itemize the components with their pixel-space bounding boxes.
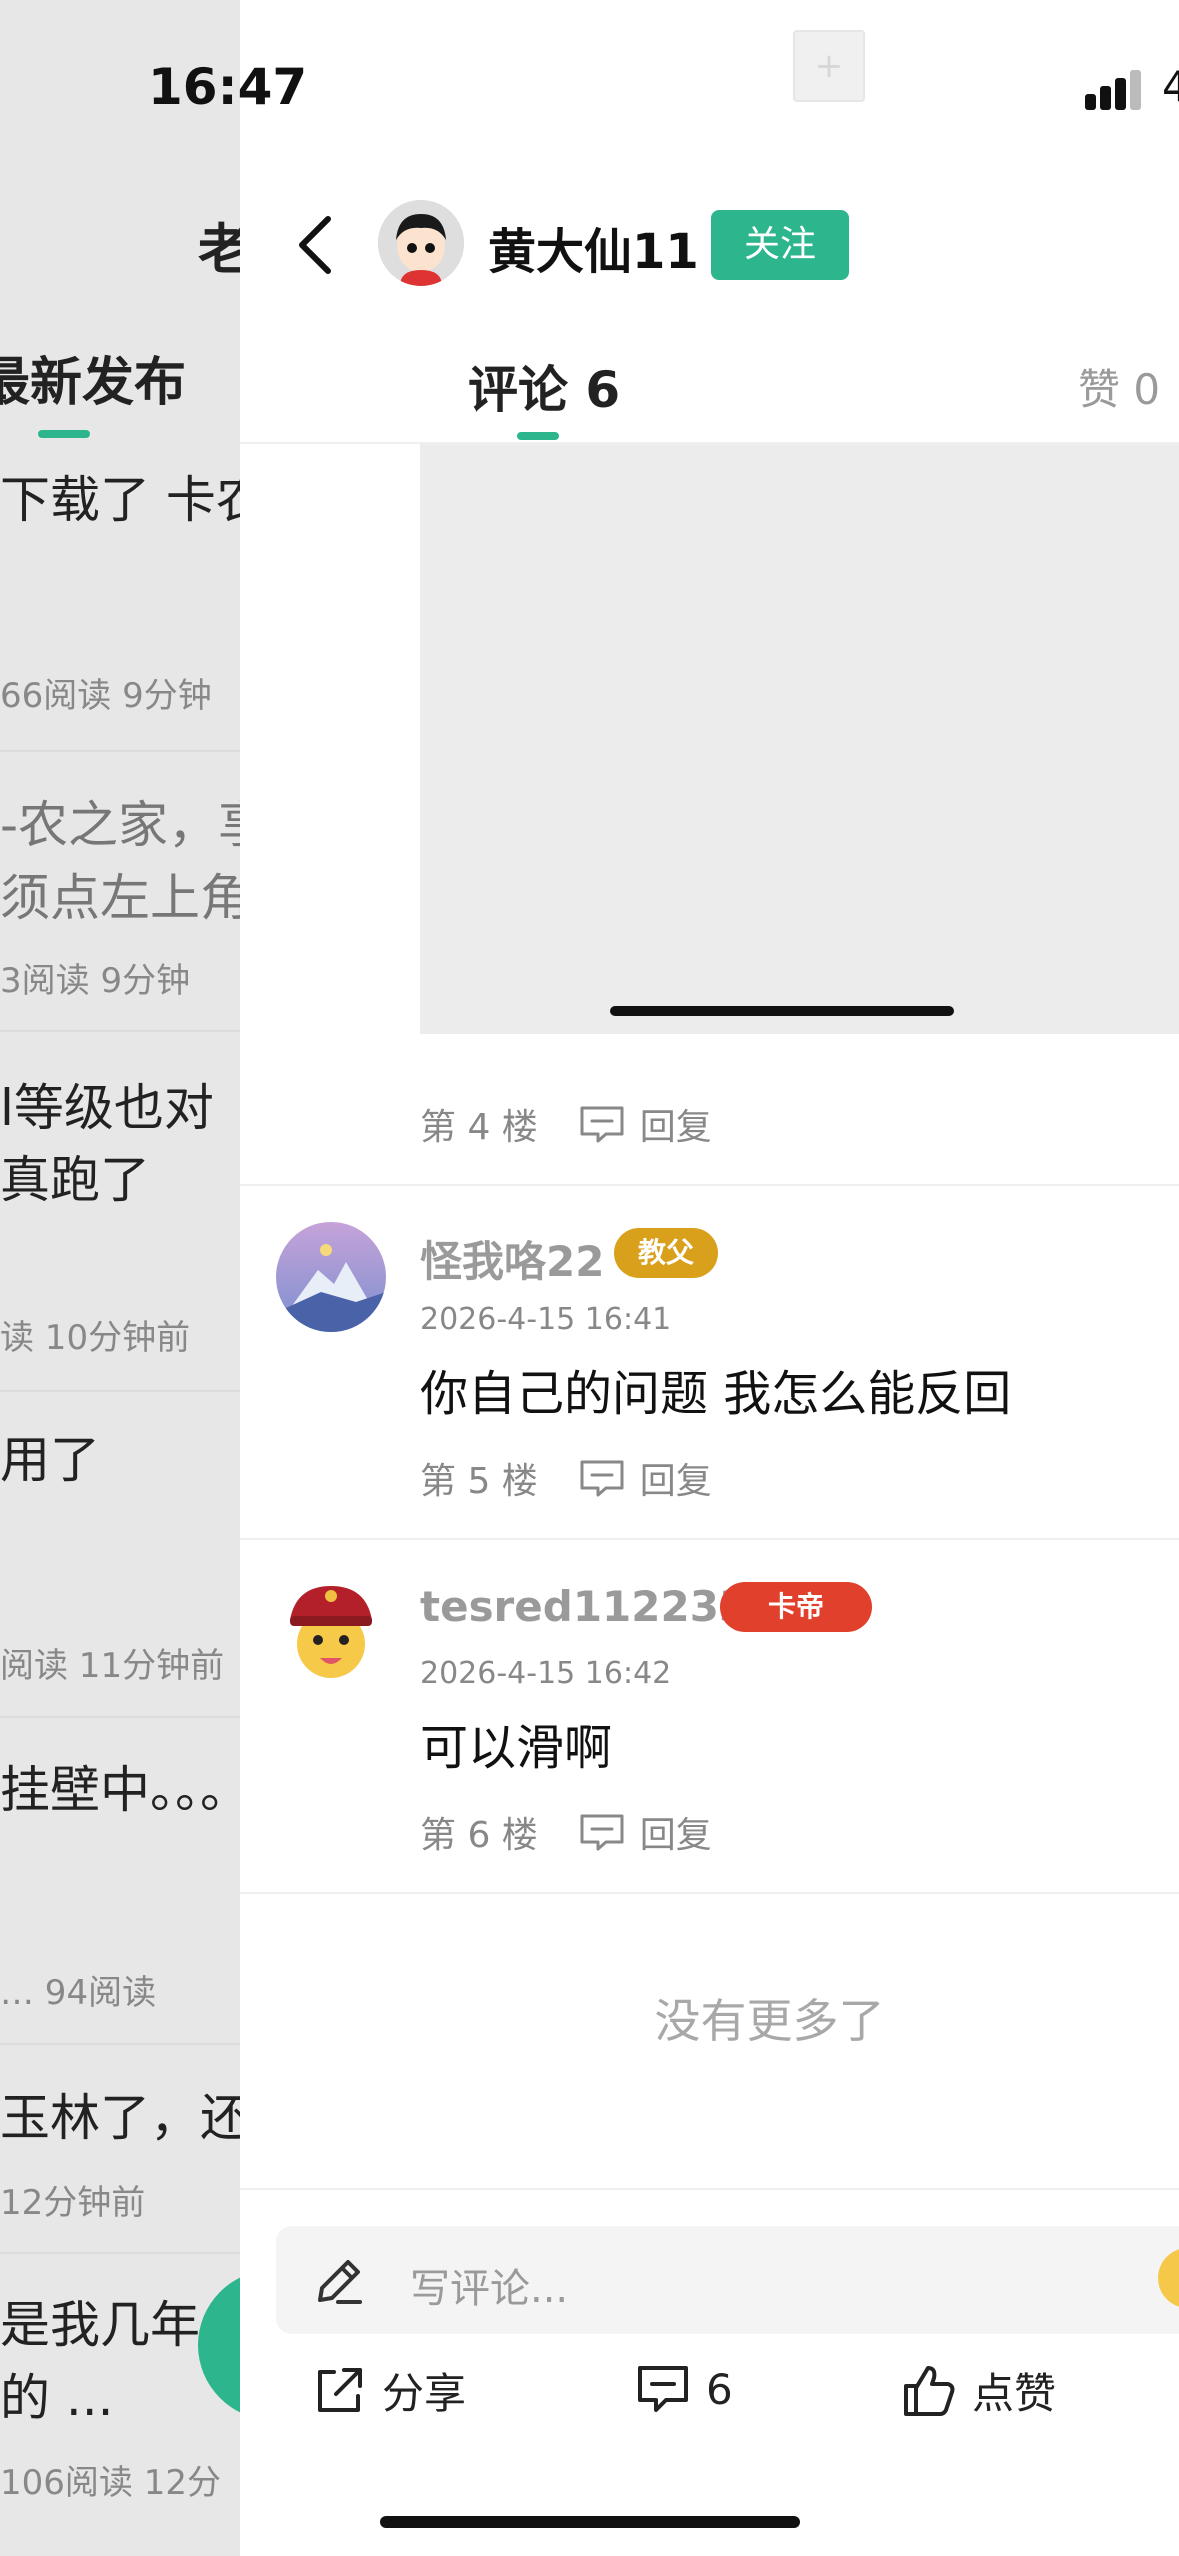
bg-item-7-line-1[interactable]: 是我几年 [0,2285,200,2357]
commenter-avatar[interactable] [276,1222,386,1332]
drag-handle-chip[interactable] [793,30,865,102]
comment-6-meta: 第 6 楼 回复 [420,1806,712,1858]
bg-item-7-line-2[interactable]: 的 ... [0,2358,114,2430]
like-button[interactable]: 点赞 [900,2360,1056,2421]
share-icon [318,2367,362,2412]
reply-label: 回复 [639,1815,712,1856]
bg-item-4-line-1[interactable]: 用了 [0,1420,100,1492]
bg-item-2-meta: 3阅读 9分钟 [0,961,191,1001]
follow-button[interactable]: 关注 [711,210,849,280]
comment-text: 可以滑啊 [420,1720,613,1776]
bg-item-4-meta: 阅读 11分钟前 [0,1646,225,1686]
author-avatar[interactable] [378,200,464,286]
author-username[interactable]: 黄大仙11 [488,212,699,282]
background-fab-button[interactable] [198,2270,240,2420]
back-button[interactable] [280,205,350,285]
floor-label: 第 6 楼 [420,1815,538,1856]
reply-label: 回复 [639,1107,712,1148]
bg-item-6-meta: 12分钟前 [0,2183,146,2223]
background-title: 老 [198,218,240,281]
comment-text: 你自己的问题 我怎么能反回 [420,1366,1012,1422]
bg-item-6-line-1[interactable]: 玉林了，还 [0,2078,240,2150]
bg-item-3-line-1[interactable]: l等级也对 [0,1068,214,1140]
reply-icon [580,1460,624,1497]
back-chevron-icon [299,216,331,274]
status-time: 16:47 [148,58,308,116]
reply-icon [580,1106,624,1143]
background-feed: 老 最新发布 下载了 卡农 66阅读 9分钟 -农之家，享 须点左上角 3阅读 … [0,0,240,2556]
no-more-text: 没有更多了 [654,1994,885,2048]
reply-button[interactable]: 回复 [578,1806,712,1858]
comment-5-meta: 第 5 楼 回复 [420,1452,712,1504]
comment-time: 2026-4-15 16:42 [420,1656,672,1691]
reply-label: 回复 [639,1461,712,1502]
cellular-signal-icon [1085,70,1145,110]
comment-input-placeholder: 写评论... [410,2266,569,2312]
reply-button[interactable]: 回复 [578,1098,712,1150]
comment-time: 2026-4-15 16:41 [420,1302,672,1337]
user-badge: 卡帝 [720,1582,872,1632]
comment-count: 6 [706,2364,733,2414]
tab-likes[interactable]: 赞 0 [1078,356,1160,417]
comment-4-meta: 第 4 楼 回复 [420,1098,712,1150]
user-badge: 教父 [614,1228,718,1278]
tab-active-indicator [517,432,559,440]
bg-item-1-meta: 66阅读 9分钟 [0,676,212,716]
bg-item-7-meta: 106阅读 12分 [0,2463,221,2503]
bottom-divider [240,2188,1179,2190]
thumbs-up-icon [904,2365,955,2416]
bg-item-3-line-2[interactable]: 真跑了 [0,1140,150,1212]
commenter-avatar[interactable] [276,1576,386,1686]
comment-icon [638,2366,688,2412]
background-tab-indicator [38,430,90,438]
commenter-name[interactable]: tesred112233 [420,1582,748,1631]
network-type: 4G [1162,62,1179,111]
floor-label: 第 5 楼 [420,1461,538,1502]
share-label: 分享 [382,2369,467,2418]
pencil-icon [318,2260,362,2304]
comment-count-button[interactable]: 6 [634,2360,733,2418]
bg-item-2-line-1[interactable]: -农之家，享 [0,785,240,857]
bg-item-5-meta: … 94阅读 [0,1973,157,2013]
background-tab-latest[interactable]: 最新发布 [0,340,186,415]
comment-image[interactable] [420,444,1179,1034]
bg-item-5-line-1[interactable]: 挂壁中。。。 [0,1750,240,1822]
bg-item-3-meta: 读 10分钟前 [0,1318,191,1358]
like-label: 点赞 [972,2369,1057,2418]
reply-button[interactable]: 回复 [578,1452,712,1504]
comments-sheet: 4G 黄大仙11 关注 评论 6 赞 0 第 4 楼 [240,0,1179,2556]
comment-input[interactable]: 写评论... [276,2226,1179,2334]
image-scroll-indicator [610,1006,954,1016]
floor-label: 第 4 楼 [420,1107,538,1148]
home-indicator [380,2516,800,2528]
share-button[interactable]: 分享 [310,2360,466,2421]
tab-comments[interactable]: 评论 6 [468,350,620,422]
commenter-name[interactable]: 怪我咯22 [420,1228,604,1289]
bg-item-1-line-1[interactable]: 下载了 卡农 [0,460,240,532]
reply-icon [580,1814,624,1851]
bg-item-2-line-2[interactable]: 须点左上角 [0,858,240,930]
